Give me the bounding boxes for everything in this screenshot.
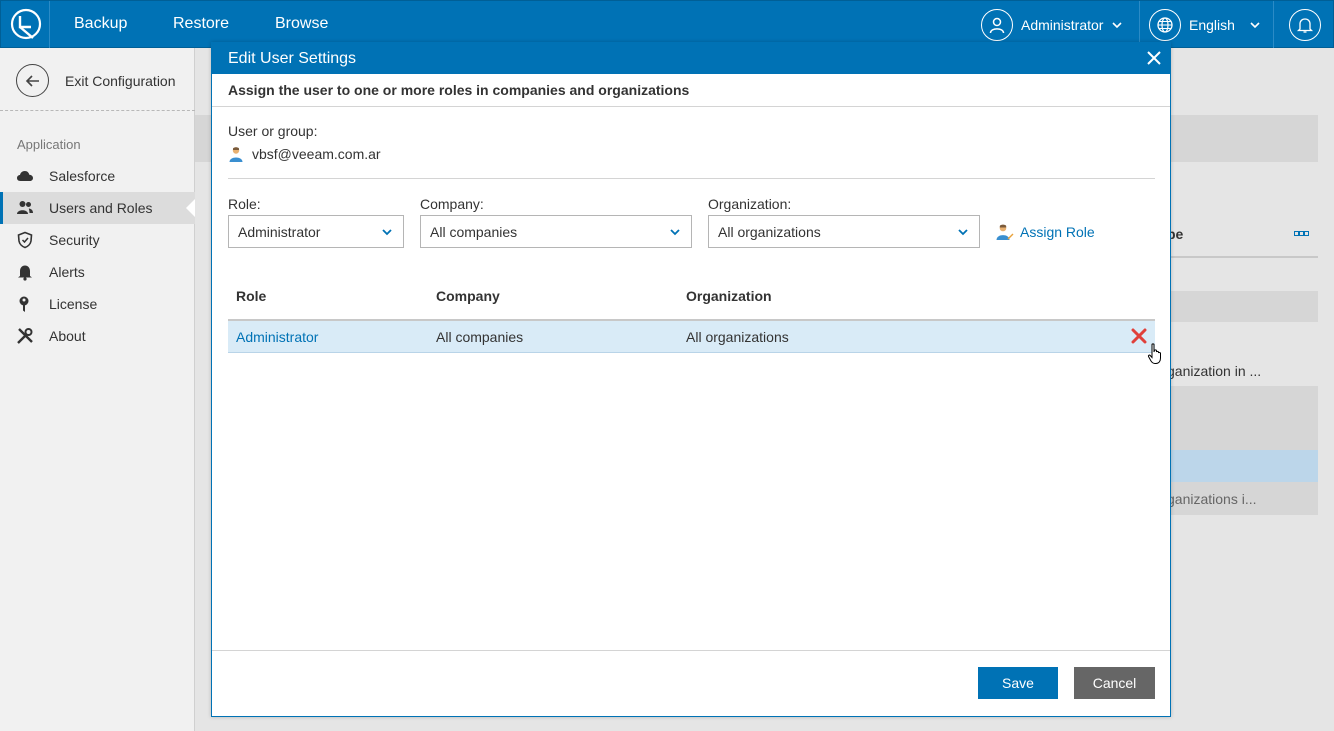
language-label: English — [1189, 17, 1235, 33]
key-icon — [16, 295, 34, 313]
column-header-organization[interactable]: Organization — [686, 288, 772, 304]
user-email: vbsf@veeam.com.ar — [252, 146, 381, 162]
background-row — [1170, 386, 1318, 419]
user-group-label: User or group: — [228, 123, 318, 139]
bell-icon — [16, 263, 34, 281]
column-header-role[interactable]: Role — [236, 288, 266, 304]
background-row — [1170, 419, 1318, 450]
chevron-down-icon — [958, 229, 968, 236]
sidebar-item-label: License — [49, 296, 98, 312]
dialog-title: Edit User Settings — [228, 49, 357, 67]
dialog-subtitle: Assign the user to one or more roles in … — [212, 74, 1170, 107]
company-label: Company: — [420, 196, 484, 212]
nav-browse[interactable]: Browse — [275, 15, 328, 33]
app-logo-icon[interactable] — [9, 7, 43, 41]
sidebar-item-security[interactable]: Security — [0, 224, 195, 256]
notifications-bell-icon[interactable] — [1289, 9, 1321, 41]
divider — [1273, 1, 1274, 49]
exit-configuration-label: Exit Configuration — [65, 72, 176, 89]
users-icon — [16, 199, 34, 217]
sidebar-item-license[interactable]: License — [0, 288, 195, 320]
shield-icon — [16, 231, 34, 249]
language-menu[interactable]: English — [1149, 9, 1261, 41]
background-row-selected — [1170, 450, 1318, 482]
user-avatar-icon — [981, 9, 1013, 41]
background-row — [1170, 291, 1318, 322]
chevron-down-icon — [670, 229, 680, 236]
hand-cursor-icon — [1147, 343, 1161, 364]
assign-role-icon — [996, 224, 1014, 240]
dialog-header: Edit User Settings — [212, 43, 1170, 74]
sidebar-item-label: Users and Roles — [49, 200, 153, 216]
organization-label: Organization: — [708, 196, 792, 212]
cloud-icon — [16, 167, 34, 185]
sidebar-item-alerts[interactable]: Alerts — [0, 256, 195, 288]
user-icon — [229, 147, 243, 162]
sidebar-item-label: Salesforce — [49, 168, 116, 184]
divider — [1170, 256, 1318, 258]
background-row-text: ganization in ... — [1167, 363, 1262, 379]
globe-icon — [1149, 9, 1181, 41]
dialog-footer-divider — [212, 650, 1170, 651]
user-menu[interactable]: Administrator — [981, 9, 1123, 41]
sidebar-item-label: Alerts — [49, 264, 85, 280]
sidebar: Exit Configuration Application Salesforc… — [0, 48, 196, 731]
sidebar-item-label: Security — [49, 232, 100, 248]
role-link[interactable]: Administrator — [236, 329, 318, 345]
sidebar-item-label: About — [49, 328, 86, 344]
edit-user-settings-dialog: Edit User Settings Assign the user to on… — [211, 42, 1171, 717]
company-select[interactable]: All companies — [420, 215, 692, 248]
background-row-text: ganizations i... — [1167, 491, 1257, 507]
assign-role-label: Assign Role — [1020, 224, 1095, 240]
tools-icon — [16, 327, 34, 345]
divider — [228, 178, 1155, 179]
divider — [49, 1, 50, 49]
divider — [0, 110, 195, 111]
company-select-value: All companies — [430, 223, 518, 240]
assign-role-button[interactable]: Assign Role — [996, 223, 1095, 241]
sidebar-item-about[interactable]: About — [0, 320, 195, 352]
nav-restore[interactable]: Restore — [173, 15, 229, 33]
role-select-value: Administrator — [238, 223, 321, 240]
sidebar-item-users-and-roles[interactable]: Users and Roles — [0, 192, 196, 224]
organization-select[interactable]: All organizations — [708, 215, 980, 248]
company-cell: All companies — [436, 329, 524, 345]
sidebar-item-salesforce[interactable]: Salesforce — [0, 160, 195, 192]
nav-backup[interactable]: Backup — [74, 15, 127, 33]
chevron-down-icon — [1112, 22, 1123, 29]
exit-configuration-button[interactable]: Exit Configuration — [16, 64, 176, 97]
top-navigation-bar: Backup Restore Browse Administrator Engl… — [0, 0, 1334, 49]
organization-select-value: All organizations — [718, 223, 821, 240]
role-select[interactable]: Administrator — [228, 215, 404, 248]
chevron-down-icon — [382, 229, 392, 236]
arrow-left-icon — [16, 64, 49, 97]
column-header-company[interactable]: Company — [436, 288, 500, 304]
more-options-icon[interactable] — [1294, 230, 1310, 238]
delete-x-icon[interactable] — [1131, 328, 1147, 344]
table-row[interactable]: Administrator All companies All organiza… — [228, 321, 1155, 353]
close-icon[interactable] — [1146, 50, 1162, 66]
user-name: Administrator — [1021, 17, 1104, 33]
organization-cell: All organizations — [686, 329, 789, 345]
user-group-value: vbsf@veeam.com.ar — [228, 146, 381, 162]
chevron-down-icon — [1250, 22, 1260, 29]
sidebar-section-title: Application — [17, 137, 81, 152]
save-button[interactable]: Save — [978, 667, 1058, 699]
role-label: Role: — [228, 196, 261, 212]
cancel-button[interactable]: Cancel — [1074, 667, 1155, 699]
